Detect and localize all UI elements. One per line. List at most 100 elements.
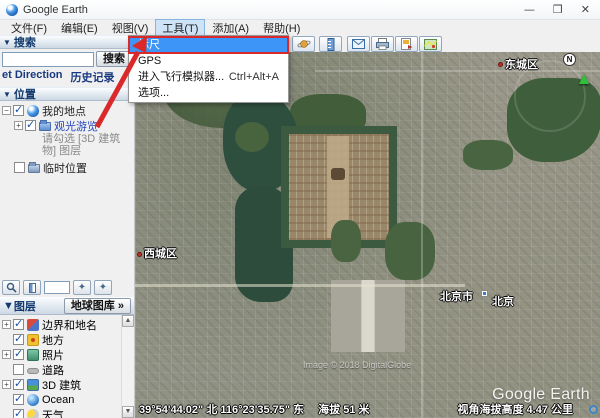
tiananmen-square	[331, 280, 405, 352]
borders-checkbox[interactable]	[13, 319, 24, 330]
my-places-checkbox[interactable]	[13, 105, 24, 116]
get-directions-link[interactable]: et Direction	[2, 69, 63, 85]
layer-weather[interactable]: 天气	[2, 407, 121, 418]
play-tour-down-button[interactable]: ✦	[94, 280, 112, 295]
park-area	[463, 140, 513, 170]
menu-edit[interactable]: 编辑(E)	[54, 19, 105, 37]
places-checkbox[interactable]	[13, 334, 24, 345]
save-image-button[interactable]	[395, 36, 418, 52]
map-label-dongcheng: 东城区	[505, 56, 538, 72]
planet-icon	[297, 38, 311, 50]
expand-expander-icon[interactable]: +	[2, 350, 11, 359]
menu-item-label: GPS	[138, 53, 161, 69]
email-button[interactable]	[347, 36, 370, 52]
earth-gallery-button[interactable]: 地球图库 »	[64, 298, 131, 314]
map-label-beijing: 北京	[492, 293, 514, 309]
ruler-icon	[327, 38, 335, 51]
city-poi-icon[interactable]	[481, 290, 488, 297]
layer-places[interactable]: 地方	[2, 332, 121, 347]
tree-item-temporary-places[interactable]: 临时位置	[2, 160, 134, 175]
expand-expander-icon[interactable]: +	[14, 121, 23, 130]
map-label-beijingshi: 北京市	[440, 288, 473, 304]
menu-help[interactable]: 帮助(H)	[256, 19, 307, 37]
menu-item-label: 选项...	[138, 85, 169, 101]
sightseeing-note: 请勾选 [3D 建筑物] 图层	[2, 133, 128, 157]
layer-ocean[interactable]: Ocean	[2, 392, 121, 407]
weather-checkbox[interactable]	[13, 409, 24, 418]
sidebar: ▼ 搜索 搜索 et Direction 历史记录 ▼ 位置 − 我的地点 +	[0, 35, 135, 418]
ruler-button[interactable]	[319, 36, 342, 52]
layer-borders[interactable]: + 边界和地名	[2, 317, 121, 332]
layer-label: 地方	[42, 332, 64, 348]
places-filter-input[interactable]	[44, 281, 70, 294]
places-panel-title: 位置	[14, 86, 36, 102]
minimize-button[interactable]: —	[524, 4, 535, 16]
menu-item-label: 进入飞行模拟器...	[138, 69, 224, 85]
tree-item-sightseeing[interactable]: + 观光游览	[2, 118, 134, 133]
down-arrow-icon: ✦	[99, 283, 107, 293]
tree-item-my-places[interactable]: − 我的地点	[2, 103, 134, 118]
menu-item-ruler[interactable]: 标尺	[129, 37, 288, 53]
up-arrow-icon: ✦	[78, 283, 86, 293]
places-panel-header[interactable]: ▼ 位置	[0, 87, 134, 101]
lake-island	[235, 122, 269, 152]
show-panel-button[interactable]	[23, 280, 41, 295]
layer-3d-buildings[interactable]: + 3D 建筑	[2, 377, 121, 392]
search-panel-title: 搜索	[14, 34, 36, 50]
ocean-checkbox[interactable]	[13, 394, 24, 405]
planet-button[interactable]	[292, 36, 315, 52]
search-input[interactable]	[2, 52, 94, 67]
status-eye-altitude: 视角海拔高度 4.47 公里	[457, 401, 573, 417]
layers-tree: + 边界和地名 地方 + 照片	[0, 315, 121, 418]
search-places-button[interactable]	[2, 280, 20, 295]
roads-checkbox[interactable]	[13, 364, 24, 375]
district-dot	[498, 62, 503, 67]
menu-tools[interactable]: 工具(T)	[155, 19, 205, 37]
expand-expander-icon[interactable]: +	[2, 320, 11, 329]
compass-north-icon[interactable]: N	[563, 53, 576, 66]
folder-icon	[28, 164, 40, 173]
buildings-checkbox[interactable]	[13, 379, 24, 390]
places-icon	[27, 334, 39, 346]
menu-view[interactable]: 视图(V)	[105, 19, 156, 37]
scroll-up-icon[interactable]: ▲	[122, 315, 134, 327]
maximize-button[interactable]: ❒	[553, 4, 563, 16]
map-viewport[interactable]: 东城区 N 西城区 北京市 北京 Image © 2018 DigitalGlo…	[135, 52, 600, 418]
my-places-label: 我的地点	[42, 103, 86, 119]
park-area	[331, 220, 361, 262]
view-in-maps-icon	[424, 39, 437, 50]
play-tour-up-button[interactable]: ✦	[73, 280, 91, 295]
layer-label: 边界和地名	[42, 317, 97, 333]
search-button[interactable]: 搜索	[96, 51, 132, 67]
park-area	[385, 222, 435, 280]
sightseeing-checkbox[interactable]	[25, 120, 36, 131]
borders-icon	[27, 319, 39, 331]
view-in-maps-button[interactable]	[419, 36, 442, 52]
photos-checkbox[interactable]	[13, 349, 24, 360]
collapse-expander-icon[interactable]: −	[2, 106, 11, 115]
history-link[interactable]: 历史记录	[71, 69, 115, 85]
road	[421, 52, 423, 418]
expand-expander-icon[interactable]: +	[2, 380, 11, 389]
photos-icon	[27, 349, 39, 361]
collapse-triangle-icon: ▼	[3, 300, 14, 312]
layer-label: 道路	[42, 362, 64, 378]
changan-avenue-road	[135, 284, 465, 287]
menu-item-gps[interactable]: GPS	[129, 53, 288, 69]
search-panel-header[interactable]: ▼ 搜索	[0, 35, 134, 49]
earth-icon	[27, 105, 39, 117]
menu-item-flight-simulator[interactable]: 进入飞行模拟器... Ctrl+Alt+A	[129, 69, 288, 85]
print-button[interactable]	[371, 36, 394, 52]
layer-photos[interactable]: + 照片	[2, 347, 121, 362]
menu-item-options[interactable]: 选项...	[129, 85, 288, 101]
menu-add[interactable]: 添加(A)	[205, 19, 256, 37]
close-button[interactable]: ✕	[581, 4, 590, 16]
layers-scrollbar[interactable]: ▲ ▼	[121, 315, 134, 418]
printer-icon	[376, 38, 389, 50]
folder-icon	[39, 122, 51, 131]
email-icon	[352, 39, 365, 49]
placemark-green-arrow-icon[interactable]	[579, 74, 589, 84]
layer-roads[interactable]: 道路	[2, 362, 121, 377]
scroll-down-icon[interactable]: ▼	[122, 406, 134, 418]
temporary-places-checkbox[interactable]	[14, 162, 25, 173]
